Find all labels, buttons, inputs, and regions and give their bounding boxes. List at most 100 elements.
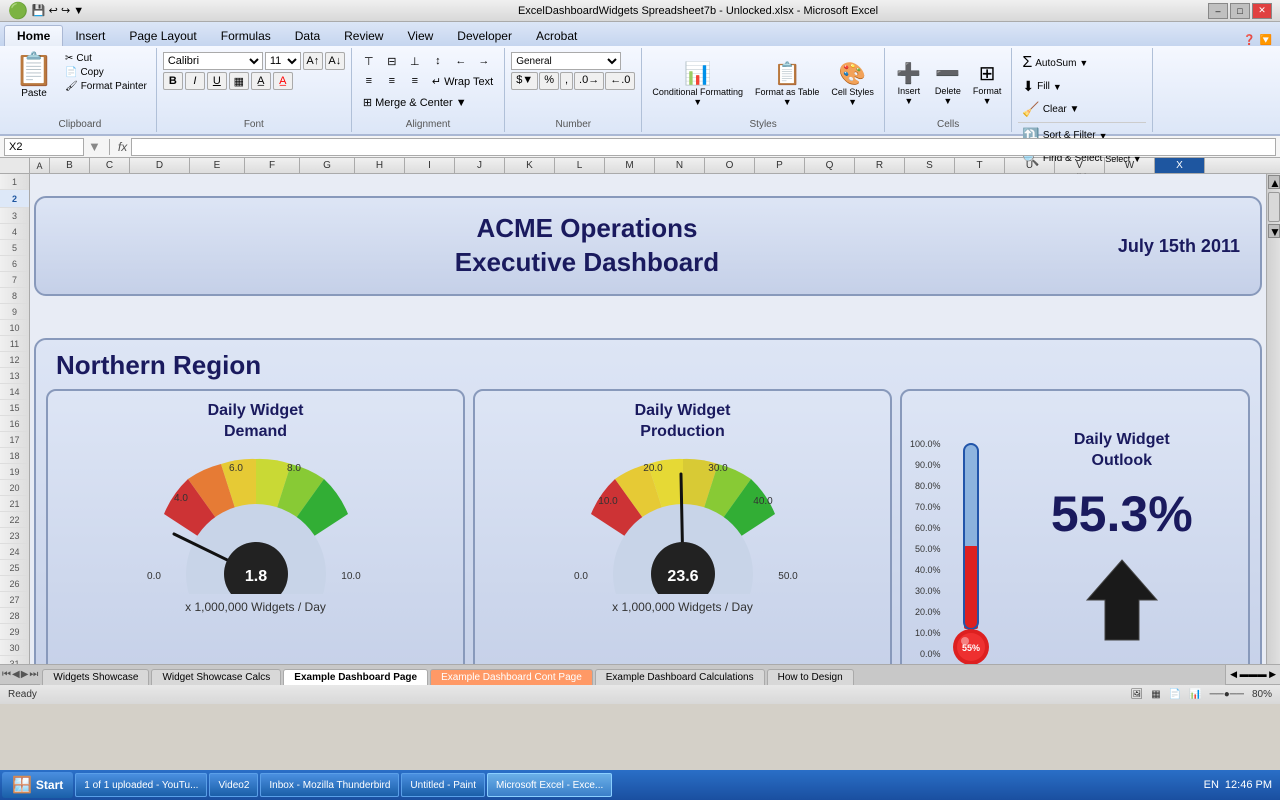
tab-review[interactable]: Review bbox=[332, 26, 395, 46]
taskbar-item-thunderbird[interactable]: Inbox - Mozilla Thunderbird bbox=[260, 773, 399, 797]
row-2[interactable]: 2 bbox=[0, 190, 29, 208]
align-right-btn[interactable]: ≡ bbox=[404, 72, 426, 90]
minimize-ribbon-icon[interactable]: 🔽 bbox=[1260, 35, 1272, 46]
row-6[interactable]: 6 bbox=[0, 256, 29, 272]
row-20[interactable]: 20 bbox=[0, 480, 29, 496]
col-x[interactable]: X bbox=[1155, 158, 1205, 173]
row-13[interactable]: 13 bbox=[0, 368, 29, 384]
row-16[interactable]: 16 bbox=[0, 416, 29, 432]
col-u[interactable]: U bbox=[1005, 158, 1055, 173]
border-btn[interactable]: ▦ bbox=[229, 72, 249, 90]
fill-color-btn[interactable]: A̲ bbox=[251, 72, 271, 90]
view-page-layout[interactable]: 📄 bbox=[1169, 689, 1181, 700]
cell-styles-button[interactable]: 🎨 Cell Styles ▼ bbox=[827, 59, 878, 109]
col-p[interactable]: P bbox=[755, 158, 805, 173]
taskbar-item-video2[interactable]: Video2 bbox=[209, 773, 258, 797]
percent-btn[interactable]: % bbox=[539, 72, 559, 90]
row-21[interactable]: 21 bbox=[0, 496, 29, 512]
font-name-select[interactable]: Calibri bbox=[163, 52, 263, 70]
comma-btn[interactable]: , bbox=[560, 72, 573, 90]
help-icon[interactable]: ❓ bbox=[1243, 35, 1255, 46]
row-28[interactable]: 28 bbox=[0, 608, 29, 624]
decimal-dec-btn[interactable]: ←.0 bbox=[605, 72, 635, 90]
col-h[interactable]: H bbox=[355, 158, 405, 173]
indent-increase-btn[interactable]: → bbox=[473, 52, 495, 70]
row-7[interactable]: 7 bbox=[0, 272, 29, 288]
decimal-inc-btn[interactable]: .0→ bbox=[574, 72, 604, 90]
view-normal[interactable]: ▦ bbox=[1151, 689, 1160, 700]
row-18[interactable]: 18 bbox=[0, 448, 29, 464]
row-10[interactable]: 10 bbox=[0, 320, 29, 336]
formula-input[interactable] bbox=[131, 138, 1276, 156]
align-left-btn[interactable]: ≡ bbox=[358, 72, 380, 90]
col-i[interactable]: I bbox=[405, 158, 455, 173]
maximize-btn[interactable]: □ bbox=[1230, 3, 1250, 19]
row-23[interactable]: 23 bbox=[0, 528, 29, 544]
text-direction-btn[interactable]: ↕ bbox=[427, 52, 449, 70]
tab-page-layout[interactable]: Page Layout bbox=[117, 26, 208, 46]
corner-cell[interactable] bbox=[0, 158, 30, 173]
paste-button[interactable]: 📋 Paste bbox=[10, 52, 58, 96]
tab-developer[interactable]: Developer bbox=[445, 26, 524, 46]
minimize-btn[interactable]: – bbox=[1208, 3, 1228, 19]
wrap-text-button[interactable]: ↵Wrap Text bbox=[427, 72, 498, 91]
font-color-btn[interactable]: A̲ bbox=[273, 72, 293, 90]
font-grow-btn[interactable]: A↑ bbox=[303, 52, 323, 70]
taskbar-item-paint[interactable]: Untitled - Paint bbox=[401, 773, 485, 797]
align-bottom-btn[interactable]: ⊥ bbox=[404, 52, 426, 70]
tab-insert[interactable]: Insert bbox=[63, 26, 117, 46]
align-center-btn[interactable]: ≡ bbox=[381, 72, 403, 90]
col-d[interactable]: D bbox=[130, 158, 190, 173]
tab-home[interactable]: Home bbox=[4, 25, 63, 46]
row-11[interactable]: 11 bbox=[0, 336, 29, 352]
col-v[interactable]: V bbox=[1055, 158, 1105, 173]
col-j[interactable]: J bbox=[455, 158, 505, 173]
row-3[interactable]: 3 bbox=[0, 208, 29, 224]
col-g[interactable]: G bbox=[300, 158, 355, 173]
row-8[interactable]: 8 bbox=[0, 288, 29, 304]
bold-btn[interactable]: B bbox=[163, 72, 183, 90]
tab-acrobat[interactable]: Acrobat bbox=[524, 26, 589, 46]
row-30[interactable]: 30 bbox=[0, 640, 29, 656]
font-size-select[interactable]: 11 bbox=[265, 52, 301, 70]
row-15[interactable]: 15 bbox=[0, 400, 29, 416]
tab-nav-first[interactable]: ⏮ bbox=[2, 669, 11, 680]
underline-btn[interactable]: U bbox=[207, 72, 227, 90]
sheet-tab-example-dashboard[interactable]: Example Dashboard Page bbox=[283, 669, 428, 685]
col-r[interactable]: R bbox=[855, 158, 905, 173]
delete-cells-button[interactable]: ➖ Delete ▼ bbox=[930, 59, 966, 108]
zoom-slider[interactable]: ──●── bbox=[1210, 689, 1244, 700]
tab-view[interactable]: View bbox=[395, 26, 445, 46]
tab-nav-prev[interactable]: ◀ bbox=[12, 669, 20, 680]
row-26[interactable]: 26 bbox=[0, 576, 29, 592]
col-s[interactable]: S bbox=[905, 158, 955, 173]
row-17[interactable]: 17 bbox=[0, 432, 29, 448]
format-painter-button[interactable]: 🖌Format Painter bbox=[62, 80, 150, 93]
row-31[interactable]: 31 bbox=[0, 656, 29, 664]
col-k[interactable]: K bbox=[505, 158, 555, 173]
row-5[interactable]: 5 bbox=[0, 240, 29, 256]
indent-decrease-btn[interactable]: ← bbox=[450, 52, 472, 70]
sheet-tab-dashboard-calcs[interactable]: Example Dashboard Calculations bbox=[595, 669, 765, 685]
view-page-break[interactable]: 📊 bbox=[1189, 689, 1201, 700]
col-l[interactable]: L bbox=[555, 158, 605, 173]
col-q[interactable]: Q bbox=[805, 158, 855, 173]
cell-reference-box[interactable] bbox=[4, 138, 84, 156]
row-9[interactable]: 9 bbox=[0, 304, 29, 320]
tab-formulas[interactable]: Formulas bbox=[209, 26, 283, 46]
col-e[interactable]: E bbox=[190, 158, 245, 173]
number-format-select[interactable]: General bbox=[511, 52, 621, 70]
close-btn[interactable]: ✕ bbox=[1252, 3, 1272, 19]
row-29[interactable]: 29 bbox=[0, 624, 29, 640]
tab-data[interactable]: Data bbox=[283, 26, 332, 46]
insert-cells-button[interactable]: ➕ Insert ▼ bbox=[891, 59, 927, 108]
autosum-button[interactable]: Σ AutoSum ▼ bbox=[1018, 52, 1092, 74]
col-w[interactable]: W bbox=[1105, 158, 1155, 173]
vertical-scrollbar[interactable]: ▲ ▼ bbox=[1266, 174, 1280, 664]
row-14[interactable]: 14 bbox=[0, 384, 29, 400]
row-4[interactable]: 4 bbox=[0, 224, 29, 240]
sheet-tab-example-dashboard-cont[interactable]: Example Dashboard Cont Page bbox=[430, 669, 593, 685]
expand-formula-icon[interactable]: ▼ bbox=[88, 139, 101, 154]
col-t[interactable]: T bbox=[955, 158, 1005, 173]
row-25[interactable]: 25 bbox=[0, 560, 29, 576]
